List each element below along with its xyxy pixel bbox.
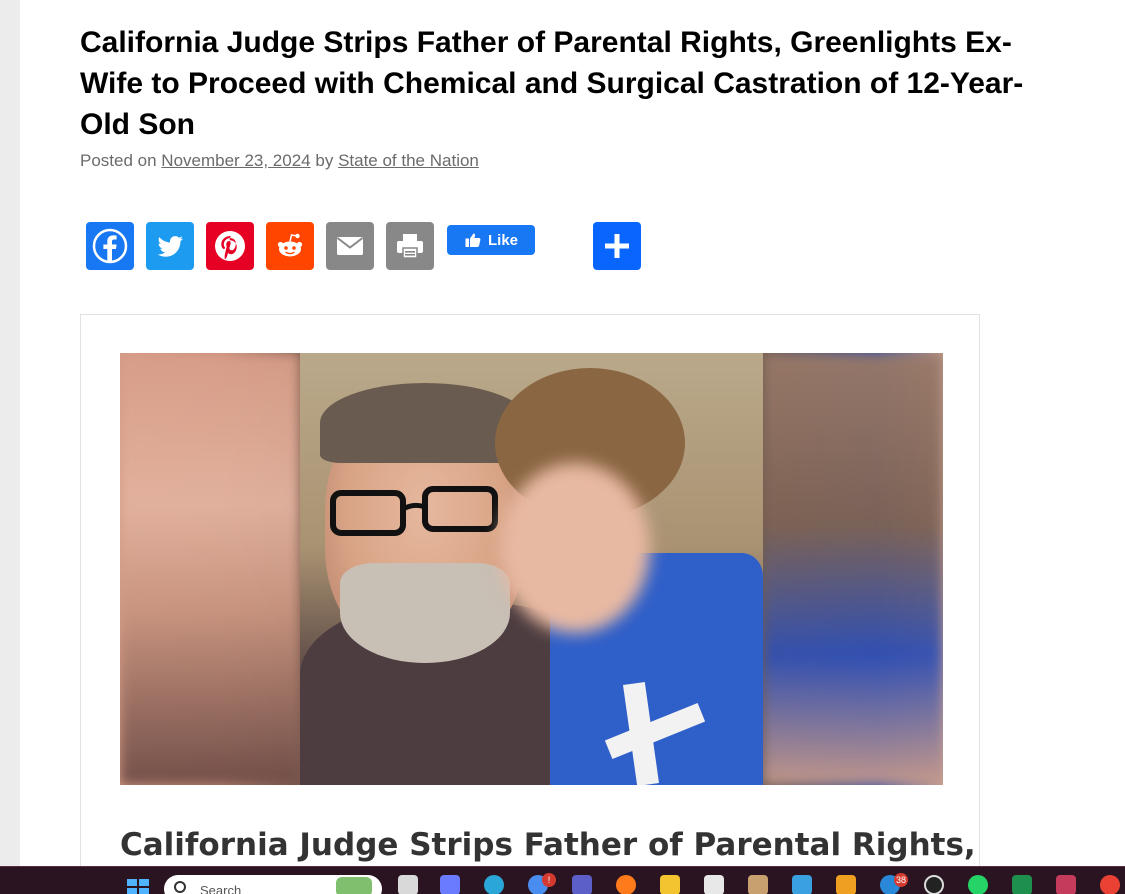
taskbar-search[interactable]: Search: [164, 875, 382, 894]
reddit-share-button[interactable]: [266, 222, 314, 270]
print-share-button[interactable]: [386, 222, 434, 270]
search-highlight-icon: [336, 877, 372, 894]
thumbs-up-icon: [465, 233, 481, 247]
glasses-shape: [330, 486, 498, 536]
card-heading: California Judge Strips Father of Parent…: [120, 827, 976, 863]
notepad-icon[interactable]: [792, 875, 812, 894]
count-badge: 38: [894, 873, 909, 887]
taskbar: Search ! 38: [0, 866, 1125, 894]
post-date-link[interactable]: November 23, 2024: [161, 151, 310, 170]
email-share-button[interactable]: [326, 222, 374, 270]
chrome-icon[interactable]: [1100, 875, 1120, 894]
task-view-icon[interactable]: [398, 875, 418, 894]
facebook-share-button[interactable]: [86, 222, 134, 270]
author-link[interactable]: State of the Nation: [338, 151, 479, 170]
pinterest-share-button[interactable]: [206, 222, 254, 270]
search-icon: [174, 881, 186, 893]
like-label: Like: [487, 231, 518, 249]
byline: Posted on November 23, 2024 by State of …: [80, 151, 479, 171]
twitter-share-button[interactable]: [146, 222, 194, 270]
access-icon[interactable]: [1056, 875, 1076, 894]
facebook-like-button[interactable]: Like: [447, 225, 535, 255]
store-icon[interactable]: [704, 875, 724, 894]
media-player-icon[interactable]: [924, 875, 944, 894]
excel-icon[interactable]: [1012, 875, 1032, 894]
posted-on-label: Posted on: [80, 151, 157, 170]
archive-icon[interactable]: [748, 875, 768, 894]
file-explorer-icon[interactable]: [660, 875, 680, 894]
left-rail: [0, 0, 20, 866]
article-card: California Judge Strips Father of Parent…: [80, 314, 980, 874]
whatsapp-icon[interactable]: [968, 875, 988, 894]
print-icon: [397, 234, 423, 259]
email-icon: [336, 237, 364, 255]
by-label: by: [315, 151, 334, 170]
firefox-icon[interactable]: [616, 875, 636, 894]
share-more-button[interactable]: [593, 222, 641, 270]
reddit-icon: [277, 233, 303, 257]
pinterest-icon: [215, 231, 245, 261]
plus-icon: [605, 234, 629, 258]
facebook-icon: [92, 228, 128, 264]
twitter-icon: [157, 236, 183, 257]
article-title: California Judge Strips Father of Parent…: [80, 26, 1024, 141]
notification-badge: !: [542, 873, 556, 887]
search-placeholder: Search: [200, 883, 242, 894]
windows-start-icon[interactable]: [127, 879, 149, 894]
outlook-icon[interactable]: [836, 875, 856, 894]
article-photo: [120, 353, 943, 785]
copilot-icon[interactable]: [440, 875, 460, 894]
teams-icon[interactable]: [572, 875, 592, 894]
edge-icon[interactable]: [484, 875, 504, 894]
